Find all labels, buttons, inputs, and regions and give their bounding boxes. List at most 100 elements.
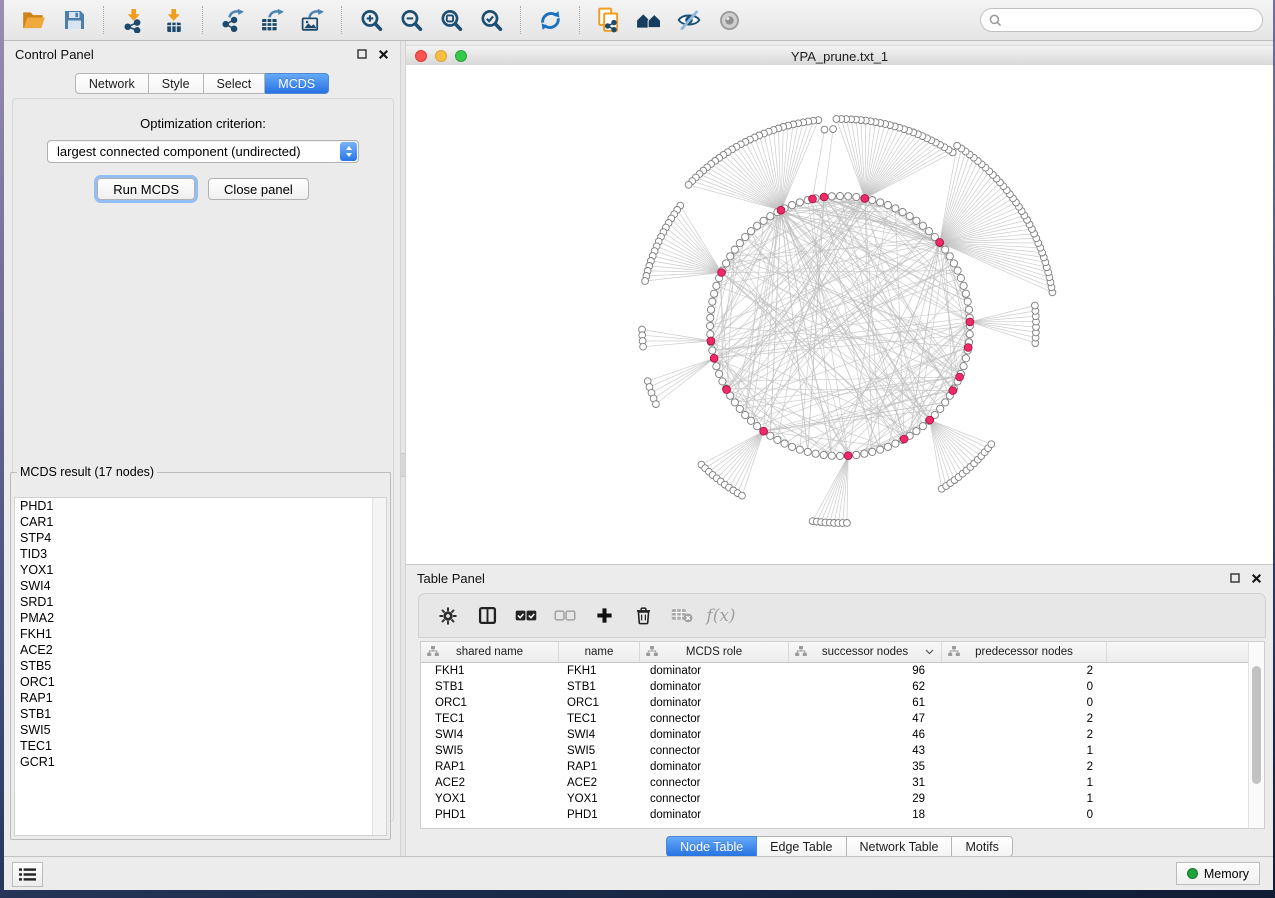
mcds-result-item[interactable]: RAP1 <box>15 690 386 706</box>
optimization-criterion-select[interactable]: largest connected component (undirected) <box>47 140 359 163</box>
mcds-result-item[interactable]: YOX1 <box>15 562 386 578</box>
column-header-filler <box>1107 642 1264 662</box>
mcds-result-item[interactable]: ACE2 <box>15 642 386 658</box>
export-network-button[interactable] <box>217 5 247 35</box>
add-row-button[interactable] <box>591 603 617 629</box>
tab-mcds[interactable]: MCDS <box>265 73 329 94</box>
mcds-result-item[interactable]: PHD1 <box>15 498 386 514</box>
mcds-result-item[interactable]: SWI5 <box>15 722 386 738</box>
table-cell: connector <box>640 775 789 791</box>
table-row[interactable]: SWI4SWI4dominator462 <box>421 727 1264 743</box>
table-cell: TEC1 <box>559 711 640 727</box>
network-and-table-area: YPA_prune.txt_1 Table Panel <box>406 41 1273 857</box>
result-list-scrollbar[interactable] <box>372 498 386 835</box>
import-table-button[interactable] <box>158 5 188 35</box>
tab-motifs[interactable]: Motifs <box>952 836 1012 857</box>
memory-button[interactable]: Memory <box>1176 862 1260 885</box>
table-row[interactable]: FKH1FKH1dominator962 <box>421 663 1264 679</box>
tab-network-table[interactable]: Network Table <box>847 836 953 857</box>
tab-node-table[interactable]: Node Table <box>666 836 757 857</box>
search-input[interactable] <box>1007 12 1254 28</box>
network-window-titlebar[interactable]: YPA_prune.txt_1 <box>406 45 1273 66</box>
task-history-button[interactable] <box>12 862 43 887</box>
mcds-result-item[interactable]: SRD1 <box>15 594 386 610</box>
control-panel-title: Control Panel <box>15 47 94 62</box>
table-cell <box>1107 711 1264 727</box>
table-cell: YOX1 <box>421 791 559 807</box>
mcds-result-item[interactable]: STP4 <box>15 530 386 546</box>
close-panel-button[interactable] <box>377 48 389 60</box>
table-row[interactable]: YOX1YOX1connector291 <box>421 791 1264 807</box>
tab-style[interactable]: Style <box>149 73 204 94</box>
zoom-selected-button[interactable] <box>476 5 506 35</box>
table-row[interactable]: ORC1ORC1dominator610 <box>421 695 1264 711</box>
table-cell: dominator <box>640 695 789 711</box>
mcds-result-item[interactable]: TEC1 <box>15 738 386 754</box>
splitter-grip[interactable] <box>401 453 405 477</box>
deselect-all-button[interactable] <box>552 603 578 629</box>
table-settings-button[interactable] <box>435 603 461 629</box>
float-table-panel-button[interactable] <box>1229 572 1241 584</box>
network-canvas[interactable] <box>406 65 1273 565</box>
status-bar: Memory <box>4 856 1273 890</box>
mcds-result-item[interactable]: GCR1 <box>15 754 386 770</box>
delete-button[interactable] <box>630 603 656 629</box>
houses-icon <box>636 7 662 33</box>
column-header-successor-nodes[interactable]: successor nodes <box>789 642 942 662</box>
table-row[interactable]: PHD1PHD1dominator180 <box>421 807 1264 823</box>
table-cell: SWI4 <box>559 727 640 743</box>
table-row[interactable]: SWI5SWI5connector431 <box>421 743 1264 759</box>
zoom-fit-button[interactable] <box>436 5 466 35</box>
tab-edge-table[interactable]: Edge Table <box>757 836 846 857</box>
mcds-result-item[interactable]: ORC1 <box>15 674 386 690</box>
table-cell: 2 <box>942 711 1107 727</box>
table-cell <box>1107 727 1264 743</box>
close-table-panel-button[interactable] <box>1250 572 1262 584</box>
table-cell <box>1107 695 1264 711</box>
close-panel-action-button[interactable]: Close panel <box>208 178 309 200</box>
tab-select[interactable]: Select <box>204 73 266 94</box>
function-builder-button[interactable]: f(x) <box>708 603 734 629</box>
mcds-result-item[interactable]: STB5 <box>15 658 386 674</box>
mcds-result-list[interactable]: PHD1CAR1STP4TID3YOX1SWI4SRD1PMA2FKH1ACE2… <box>14 497 387 836</box>
control-panel-tabs: NetworkStyleSelectMCDS <box>4 73 400 94</box>
table-cell: YOX1 <box>559 791 640 807</box>
table-cell: ORC1 <box>421 695 559 711</box>
export-table-button[interactable] <box>257 5 287 35</box>
table-scrollbar[interactable] <box>1248 642 1264 828</box>
tab-network[interactable]: Network <box>75 73 149 94</box>
houses-button[interactable] <box>634 5 664 35</box>
mcds-result-item[interactable]: TID3 <box>15 546 386 562</box>
search-box[interactable] <box>980 8 1263 32</box>
column-header-name[interactable]: name <box>559 642 640 662</box>
save-button[interactable] <box>59 5 89 35</box>
zoom-in-button[interactable] <box>356 5 386 35</box>
run-mcds-button[interactable]: Run MCDS <box>97 178 195 200</box>
scrollbar-thumb[interactable] <box>1252 666 1261 784</box>
column-header-mcds-role[interactable]: MCDS role <box>640 642 789 662</box>
select-stepper-icon <box>340 142 357 161</box>
mcds-result-item[interactable]: FKH1 <box>15 626 386 642</box>
table-row[interactable]: RAP1RAP1dominator352 <box>421 759 1264 775</box>
open-button[interactable] <box>19 5 49 35</box>
select-all-button[interactable] <box>513 603 539 629</box>
show-details-button[interactable] <box>714 5 744 35</box>
zoom-out-button[interactable] <box>396 5 426 35</box>
table-row[interactable]: TEC1TEC1connector472 <box>421 711 1264 727</box>
network-from-selection-button[interactable] <box>594 5 624 35</box>
mcds-result-item[interactable]: SWI4 <box>15 578 386 594</box>
hide-details-button[interactable] <box>674 5 704 35</box>
delete-table-button[interactable] <box>669 603 695 629</box>
mcds-result-item[interactable]: CAR1 <box>15 514 386 530</box>
export-image-button[interactable] <box>297 5 327 35</box>
table-row[interactable]: ACE2ACE2connector311 <box>421 775 1264 791</box>
column-header-shared-name[interactable]: shared name <box>421 642 559 662</box>
refresh-layout-button[interactable] <box>535 5 565 35</box>
float-panel-button[interactable] <box>356 48 368 60</box>
column-header-predecessor-nodes[interactable]: predecessor nodes <box>942 642 1107 662</box>
show-columns-button[interactable] <box>474 603 500 629</box>
import-network-button[interactable] <box>118 5 148 35</box>
mcds-result-item[interactable]: PMA2 <box>15 610 386 626</box>
mcds-result-item[interactable]: STB1 <box>15 706 386 722</box>
table-row[interactable]: STB1STB1dominator620 <box>421 679 1264 695</box>
